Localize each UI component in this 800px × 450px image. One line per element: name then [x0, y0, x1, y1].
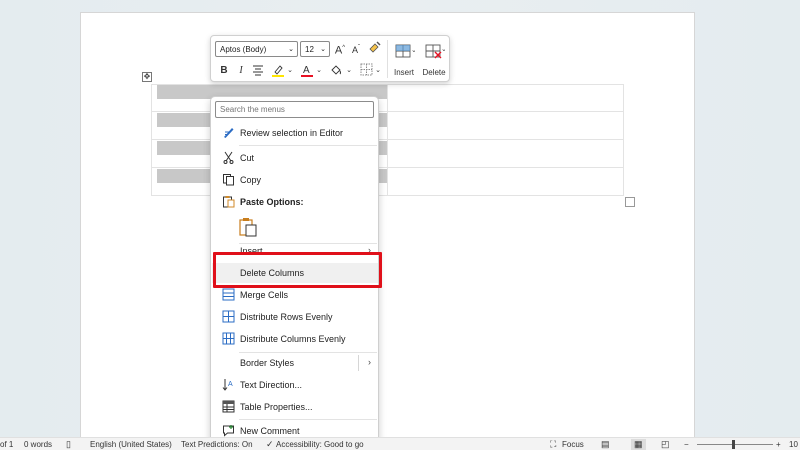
menu-item-table-properties[interactable]: Table Properties...	[212, 397, 378, 417]
chevron-down-icon[interactable]: ⌄	[345, 64, 353, 78]
word-count[interactable]: 0 words	[24, 440, 52, 449]
status-bar: of 1 0 words ▯ English (United States) T…	[0, 437, 800, 450]
paste-icon	[221, 195, 235, 209]
zoom-out-icon[interactable]: −	[684, 440, 689, 449]
menu-search-input[interactable]	[215, 101, 374, 118]
table-move-handle-icon[interactable]: ✥	[142, 72, 152, 82]
menu-divider	[239, 145, 377, 146]
menu-item-label: Review selection in Editor	[240, 128, 344, 138]
menu-item-distribute-rows[interactable]: Distribute Rows Evenly	[212, 307, 378, 327]
font-name-value: Aptos (Body)	[220, 45, 267, 54]
grow-font-icon[interactable]: A^	[333, 41, 347, 57]
bold-icon[interactable]: B	[217, 64, 231, 78]
chevron-right-icon: ›	[368, 357, 371, 367]
menu-item-text-direction[interactable]: A Text Direction...	[212, 375, 378, 395]
menu-item-label: Distribute Rows Evenly	[240, 312, 333, 322]
page-count[interactable]: of 1	[0, 440, 13, 449]
mini-toolbar: Aptos (Body) ⌄ 12 ⌄ A^ Aˇ B I ⌄ A ⌄ ⌄ ⌄ …	[210, 35, 450, 82]
zoom-slider-thumb[interactable]	[732, 440, 735, 449]
font-size-select[interactable]: 12 ⌄	[300, 41, 330, 57]
menu-item-label: Paste Options:	[240, 197, 304, 207]
menu-item-label: Text Direction...	[240, 380, 303, 390]
menu-item-label: Cut	[240, 153, 255, 163]
shading-icon[interactable]	[329, 63, 343, 77]
borders-icon[interactable]	[359, 63, 373, 77]
table-cell[interactable]	[388, 140, 624, 167]
menu-item-label: New Comment	[240, 426, 300, 436]
accessibility-status[interactable]: Accessibility: Good to go	[276, 440, 364, 449]
copy-icon	[221, 173, 235, 187]
insert-label: Insert	[393, 68, 414, 77]
toolbar-divider	[387, 40, 388, 78]
text-predictions-status[interactable]: Text Predictions: On	[181, 440, 253, 449]
menu-item-distribute-columns[interactable]: Distribute Columns Evenly	[212, 329, 378, 349]
menu-item-copy[interactable]: Copy	[212, 170, 378, 190]
table-cell[interactable]	[388, 112, 624, 139]
menu-item-label: Table Properties...	[240, 402, 313, 412]
accessibility-icon: ✓	[266, 439, 274, 449]
focus-button[interactable]: Focus	[562, 440, 584, 449]
chevron-down-icon: ⌄	[288, 46, 294, 53]
zoom-slider[interactable]	[697, 444, 773, 445]
editor-pen-icon	[221, 126, 235, 140]
table-resize-handle[interactable]	[625, 197, 635, 207]
chevron-down-icon[interactable]: ⌄	[286, 64, 294, 78]
print-layout-icon[interactable]: ▦	[631, 439, 646, 450]
delete-button[interactable]: ⌄ Delete	[419, 41, 449, 79]
font-size-value: 12	[305, 45, 314, 54]
scissors-icon	[221, 151, 235, 165]
delete-label: Delete	[422, 68, 446, 77]
distribute-rows-icon	[221, 310, 235, 324]
font-name-select[interactable]: Aptos (Body) ⌄	[215, 41, 298, 57]
menu-item-paste-options: Paste Options:	[212, 192, 378, 212]
language-status[interactable]: English (United States)	[90, 440, 172, 449]
menu-item-label: Copy	[240, 175, 262, 185]
align-center-icon[interactable]	[251, 64, 265, 78]
focus-icon: ⛶	[550, 439, 557, 449]
text-direction-icon: A	[221, 378, 235, 392]
menu-item-review-selection[interactable]: Review selection in Editor	[212, 123, 378, 143]
submenu-separator	[358, 355, 359, 371]
table-cell[interactable]	[388, 168, 624, 195]
table-cell[interactable]	[388, 84, 624, 111]
chevron-down-icon: ⌄	[320, 46, 326, 53]
distribute-columns-icon	[221, 332, 235, 346]
menu-item-label: Merge Cells	[240, 290, 289, 300]
svg-text:⌄: ⌄	[441, 46, 445, 53]
svg-text:A: A	[303, 65, 310, 76]
table-properties-icon	[221, 400, 235, 414]
chevron-down-icon[interactable]: ⌄	[315, 64, 323, 78]
web-layout-icon[interactable]: ◰	[661, 439, 670, 450]
menu-item-cut[interactable]: Cut	[212, 148, 378, 168]
svg-text:⌄: ⌄	[411, 47, 415, 54]
menu-item-label: Border Styles	[240, 358, 295, 368]
paste-keep-formatting-icon[interactable]	[239, 217, 257, 237]
menu-item-label: Distribute Columns Evenly	[240, 334, 346, 344]
menu-divider	[239, 419, 377, 420]
font-color-icon[interactable]: A	[300, 63, 314, 77]
svg-text:A: A	[228, 381, 233, 388]
insert-button[interactable]: ⌄ Insert	[389, 41, 419, 79]
merge-cells-icon	[221, 288, 235, 302]
highlighter-icon[interactable]	[271, 63, 285, 77]
shrink-font-icon[interactable]: Aˇ	[349, 41, 363, 55]
zoom-level[interactable]: 10	[789, 440, 798, 449]
chevron-down-icon[interactable]: ⌄	[374, 64, 382, 78]
highlight-annotation-box	[213, 252, 382, 288]
proofing-book-icon[interactable]: ▯	[66, 439, 71, 450]
menu-item-merge-cells[interactable]: Merge Cells	[212, 285, 378, 305]
format-painter-icon[interactable]	[368, 40, 382, 54]
zoom-in-icon[interactable]: +	[776, 440, 781, 449]
read-mode-icon[interactable]: ▤	[601, 439, 610, 450]
comment-icon	[221, 424, 235, 438]
menu-item-border-styles[interactable]: Border Styles ›	[212, 353, 378, 373]
italic-icon[interactable]: I	[234, 64, 248, 78]
